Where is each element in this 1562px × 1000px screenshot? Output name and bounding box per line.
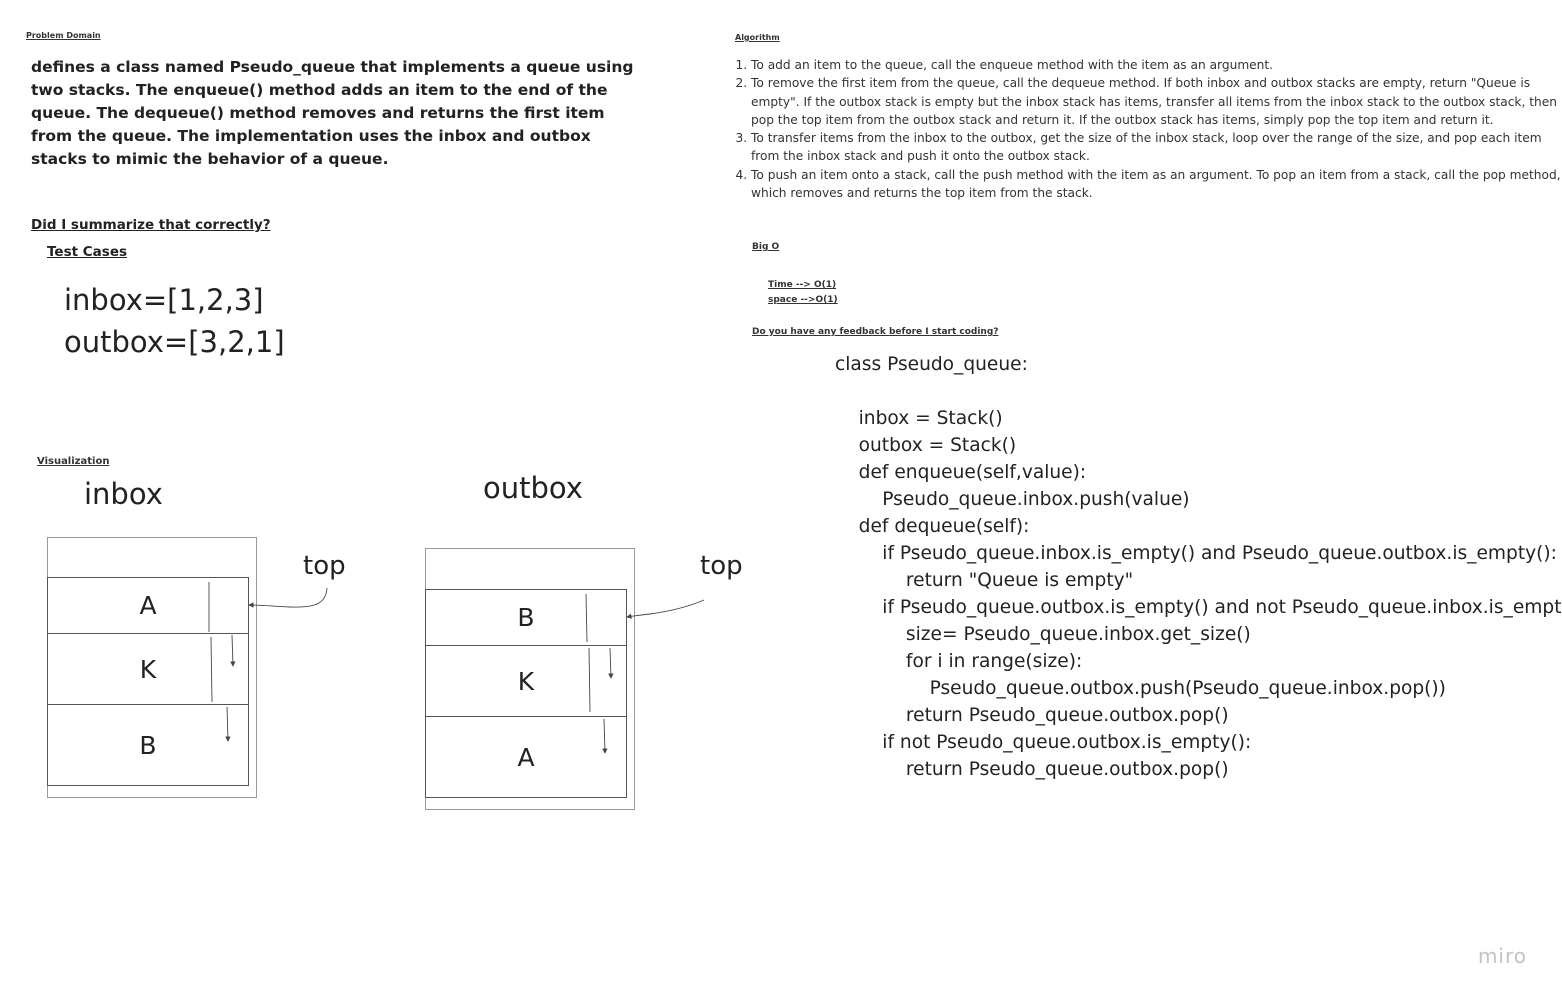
feedback-question: Do you have any feedback before I start … <box>752 327 999 337</box>
inbox-pointer-line <box>210 636 213 703</box>
code-line: size= Pseudo_queue.inbox.get_size() <box>835 624 1251 645</box>
outbox-pointer-line <box>585 593 588 643</box>
code-line: for i in range(size): <box>835 651 1083 672</box>
outbox-pointer-arrow <box>602 718 608 754</box>
code-line: if Pseudo_queue.outbox.is_empty() and no… <box>835 597 1562 618</box>
code-line: if not Pseudo_queue.outbox.is_empty(): <box>835 732 1252 753</box>
code-line: if Pseudo_queue.inbox.is_empty() and Pse… <box>835 543 1557 564</box>
big-o-space: space -->O(1) <box>768 295 838 305</box>
algorithm-step: To transfer items from the inbox to the … <box>751 129 1562 166</box>
algorithm-step: To remove the first item from the queue,… <box>751 74 1562 129</box>
algorithm-step: To push an item onto a stack, call the p… <box>751 166 1562 203</box>
code-line: class Pseudo_queue: <box>835 354 1028 375</box>
big-o-heading: Big O <box>752 242 780 252</box>
code-line: return "Queue is empty" <box>835 570 1134 591</box>
code-line: inbox = Stack() <box>835 408 1003 429</box>
code-line: Pseudo_queue.inbox.push(value) <box>835 489 1190 510</box>
inbox-pointer-arrow <box>230 634 236 667</box>
outbox-top-arrow <box>626 599 705 619</box>
algorithm-step: To add an item to the queue, call the en… <box>751 56 1562 74</box>
miro-watermark: miro <box>1477 944 1527 968</box>
big-o-time: Time --> O(1) <box>768 280 837 290</box>
code-line: return Pseudo_queue.outbox.pop() <box>835 705 1229 726</box>
code-line: outbox = Stack() <box>835 435 1017 456</box>
inbox-pointer-arrow <box>225 706 231 742</box>
code-line: def enqueue(self,value): <box>835 462 1087 483</box>
outbox-pointer-arrow <box>608 647 614 679</box>
outbox-pointer-line <box>588 647 591 713</box>
code-line: Pseudo_queue.outbox.push(Pseudo_queue.in… <box>835 678 1446 699</box>
code-line: def dequeue(self): <box>835 516 1030 537</box>
code-block: class Pseudo_queue: inbox = Stack() outb… <box>835 351 1562 783</box>
code-line: return Pseudo_queue.outbox.pop() <box>835 759 1229 780</box>
algorithm-steps: To add an item to the queue, call the en… <box>734 56 1562 202</box>
algorithm-heading: Algorithm <box>735 33 780 42</box>
inbox-top-arrow <box>248 587 328 608</box>
